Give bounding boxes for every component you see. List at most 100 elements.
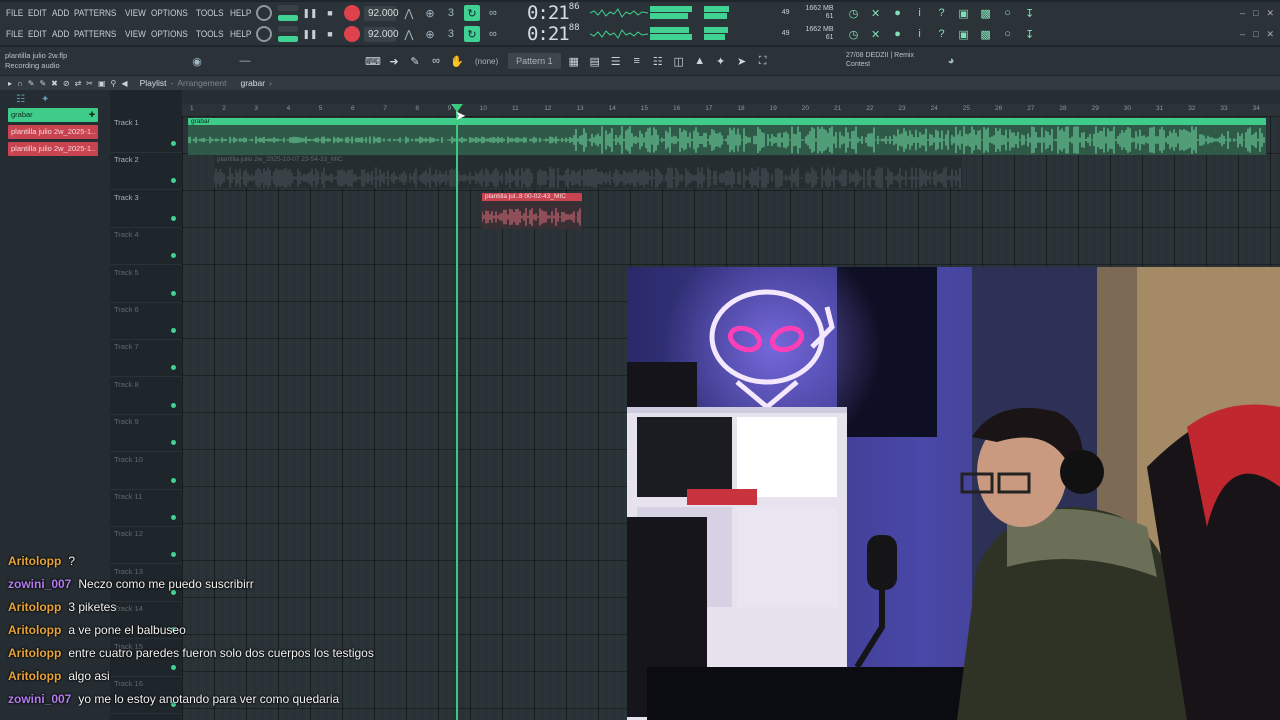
track-header[interactable]: Track 8	[110, 378, 182, 415]
loop-record-icon-2[interactable]: ↻	[463, 26, 480, 42]
menu-add[interactable]: ADD	[52, 8, 69, 19]
chat-username[interactable]: Aritolopp	[8, 554, 61, 568]
track-enable-led[interactable]	[171, 477, 176, 483]
menu-file[interactable]: FILE	[6, 8, 23, 19]
audio-clip-item[interactable]: plantilla julio 2w_2025-1..	[8, 125, 98, 139]
master-volume-knob-2[interactable]	[255, 26, 272, 42]
menu-options[interactable]: OPTIONS	[151, 8, 188, 19]
pitch-knob-icon[interactable]: ◉	[189, 53, 205, 69]
globe-icon[interactable]: ◕	[943, 53, 959, 69]
track-header[interactable]: Track 11	[110, 490, 182, 527]
slip-icon[interactable]: ⇄	[75, 79, 82, 88]
menu-edit-2[interactable]: EDIT	[28, 29, 47, 40]
track-enable-led[interactable]	[171, 328, 176, 333]
song-position-display[interactable]: 0:2186	[527, 2, 580, 24]
track-header[interactable]: Track 1	[110, 116, 182, 153]
track-enable-led[interactable]	[171, 290, 176, 296]
select-icon[interactable]: ▣	[98, 79, 106, 88]
menu-tools[interactable]: TOOLS	[196, 8, 224, 19]
track-enable-led[interactable]	[171, 402, 176, 408]
news-panel[interactable]: 27/08 DEDZII | Remix Contest	[846, 51, 914, 69]
pencil-icon[interactable]: ✎	[407, 53, 423, 69]
mic-input-icon[interactable]: ▲	[692, 53, 708, 69]
track-header[interactable]: Track 7	[110, 340, 182, 378]
maximize-icon-2[interactable]: □	[1253, 29, 1258, 40]
pat-song-switch[interactable]	[277, 5, 298, 21]
mute-icon[interactable]: ⊘	[63, 79, 70, 88]
wait-for-input-icon-2[interactable]: ⊕	[422, 26, 438, 42]
plugin-icon-2[interactable]: ▩	[978, 26, 994, 42]
playlist-icon[interactable]: ▦	[566, 53, 582, 69]
menu-add-2[interactable]: ADD	[52, 29, 69, 40]
play-pause-button-2[interactable]: ❚❚	[302, 26, 318, 42]
history-icon-2[interactable]: ◷	[846, 26, 862, 42]
minimize-icon-2[interactable]: –	[1240, 29, 1245, 40]
plugin-picker-icon[interactable]: ◫	[671, 53, 687, 69]
audio-clip-item[interactable]: plantilla julio 2w_2025-1..	[8, 142, 98, 156]
track-enable-led[interactable]	[171, 440, 176, 446]
metronome-icon[interactable]: ⋀	[401, 5, 417, 21]
close-icon[interactable]: ✕	[1266, 8, 1274, 19]
menu-patterns-2[interactable]: PATTERNS	[74, 29, 116, 40]
track-header[interactable]: Track 5	[110, 266, 182, 303]
channel-rack-icon[interactable]: ▤	[587, 53, 603, 69]
chat-username[interactable]: Aritolopp	[8, 669, 61, 683]
track-enable-led[interactable]	[171, 365, 176, 371]
browser-icon[interactable]: ☷	[650, 53, 666, 69]
history-icon[interactable]: ◷	[846, 5, 862, 21]
magnet-icon[interactable]: ∩	[17, 79, 23, 88]
chat-icon-2[interactable]: ○	[1000, 26, 1016, 42]
mic-icon-2[interactable]: ●	[890, 26, 906, 42]
playlist-overview-scrollbar[interactable]	[182, 90, 1280, 104]
menu-tools-2[interactable]: TOOLS	[196, 29, 224, 40]
pat-song-switch-2[interactable]	[277, 26, 298, 42]
eq-icon[interactable]: ≡	[629, 53, 645, 69]
mixer-icon[interactable]: ☰	[608, 53, 624, 69]
main-pitch-slider-icon[interactable]: —	[237, 53, 253, 69]
track-header[interactable]: Track 6	[110, 303, 182, 340]
add-pattern-icon[interactable]: ✚	[89, 108, 95, 122]
cart-icon[interactable]: ⛶	[755, 53, 771, 69]
track-enable-led[interactable]	[171, 253, 176, 259]
countdown-icon-2[interactable]: 3	[443, 26, 459, 42]
stop-button-2[interactable]: ■	[322, 26, 338, 42]
save-icon[interactable]: ▣	[956, 5, 972, 21]
chat-icon[interactable]: ○	[1000, 5, 1016, 21]
track-header[interactable]: Track 9	[110, 415, 182, 453]
record-button[interactable]	[343, 5, 360, 21]
picker-pin-icon[interactable]: ✦	[41, 94, 49, 105]
track-header[interactable]: Track 4	[110, 228, 182, 266]
pattern-item-grabar[interactable]: grabar ✚	[8, 108, 98, 122]
piano-roll-icon[interactable]: ⌨	[365, 53, 381, 69]
wait-for-input-icon[interactable]: ⊕	[422, 5, 438, 21]
chat-username[interactable]: Aritolopp	[8, 600, 61, 614]
track-enable-led[interactable]	[171, 515, 176, 520]
link-icon[interactable]: ∞	[428, 53, 444, 69]
plugin-icon[interactable]: ▩	[978, 5, 994, 21]
maximize-icon[interactable]: □	[1253, 8, 1258, 19]
send-icon[interactable]: ➤	[734, 53, 750, 69]
tempo-display-2[interactable]: 92.000	[363, 26, 399, 42]
chat-username[interactable]: Aritolopp	[8, 623, 61, 637]
song-position-display-2[interactable]: 0:2188	[527, 23, 580, 45]
draw-icon[interactable]: ✎	[28, 79, 35, 88]
step-edit-icon[interactable]: ∞	[485, 5, 501, 21]
chat-username[interactable]: Aritolopp	[8, 646, 61, 660]
picker-grid-icon[interactable]: ☷	[16, 94, 25, 105]
hand-icon[interactable]: ✋	[449, 53, 465, 69]
export-icon[interactable]: ↧	[1022, 5, 1038, 21]
tools-icon-2[interactable]: ✕	[868, 26, 884, 42]
menu-file-2[interactable]: FILE	[6, 29, 23, 40]
arrow-right-icon[interactable]: ➜	[386, 53, 402, 69]
audio-clip-track2[interactable]: plantilla julio 2w_2025-10-07 23-54-33_M…	[214, 156, 962, 188]
playback-icon[interactable]: ◀	[121, 79, 127, 88]
timeline-ruler[interactable]: 1 2 3 4 5 6 7 8 9 10 11 12 13 14 15 16 17 18 19 20 21 22 23 24 2…	[182, 104, 1280, 116]
info-icon[interactable]: i	[912, 5, 928, 21]
countdown-icon[interactable]: 3	[443, 5, 459, 21]
track-enable-led[interactable]	[171, 141, 176, 146]
track-header[interactable]: Track 10	[110, 453, 182, 490]
delete-icon[interactable]: ✖	[51, 79, 58, 88]
minimize-icon[interactable]: –	[1240, 8, 1245, 19]
play-pause-button[interactable]: ❚❚	[302, 5, 318, 21]
pattern-selector[interactable]: Pattern 1	[508, 53, 561, 69]
